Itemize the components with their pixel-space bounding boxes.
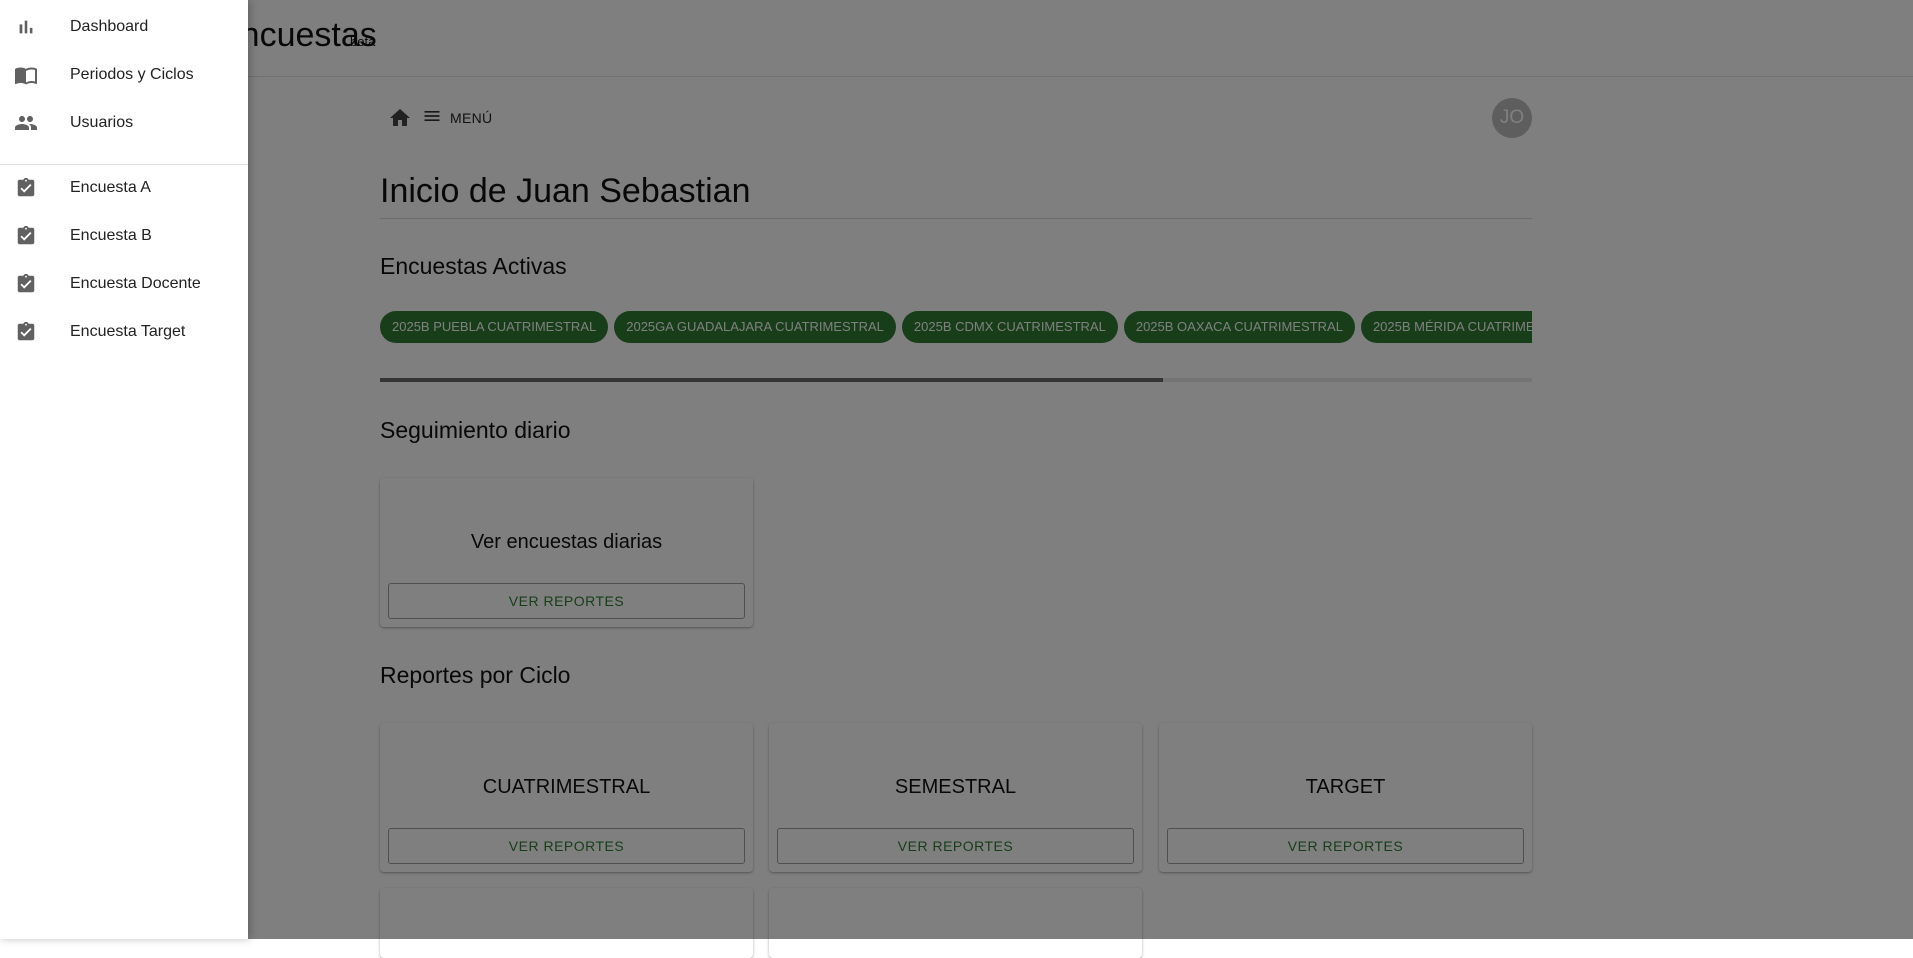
drawer-item-encuesta-b[interactable]: Encuesta B bbox=[0, 212, 248, 260]
drawer-item-dashboard[interactable]: Dashboard bbox=[0, 3, 248, 51]
drawer-item-usuarios[interactable]: Usuarios bbox=[0, 99, 248, 147]
drawer-item-label: Encuesta A bbox=[70, 179, 151, 196]
drawer-item-label: Encuesta Docente bbox=[70, 275, 201, 292]
drawer-backdrop[interactable] bbox=[0, 0, 1913, 939]
bar-chart-icon bbox=[14, 15, 38, 39]
drawer-item-periodos[interactable]: Periodos y Ciclos bbox=[0, 51, 248, 99]
drawer-item-encuesta-target[interactable]: Encuesta Target bbox=[0, 308, 248, 356]
drawer-item-label: Dashboard bbox=[70, 18, 149, 35]
drawer-item-encuesta-docente[interactable]: Encuesta Docente bbox=[0, 260, 248, 308]
people-icon bbox=[14, 111, 38, 135]
book-icon bbox=[14, 63, 38, 87]
drawer-item-label: Periodos y Ciclos bbox=[70, 66, 194, 83]
drawer-item-label: Usuarios bbox=[70, 114, 134, 131]
navigation-drawer: Dashboard Periodos y Ciclos Usuarios Enc… bbox=[0, 0, 248, 939]
assignment-check-icon bbox=[14, 272, 38, 296]
drawer-item-label: Encuesta Target bbox=[70, 323, 186, 340]
drawer-item-label: Encuesta B bbox=[70, 227, 152, 244]
drawer-item-encuesta-a[interactable]: Encuesta A bbox=[0, 164, 248, 212]
assignment-check-icon bbox=[14, 176, 38, 200]
assignment-check-icon bbox=[14, 224, 38, 248]
assignment-check-icon bbox=[14, 320, 38, 344]
